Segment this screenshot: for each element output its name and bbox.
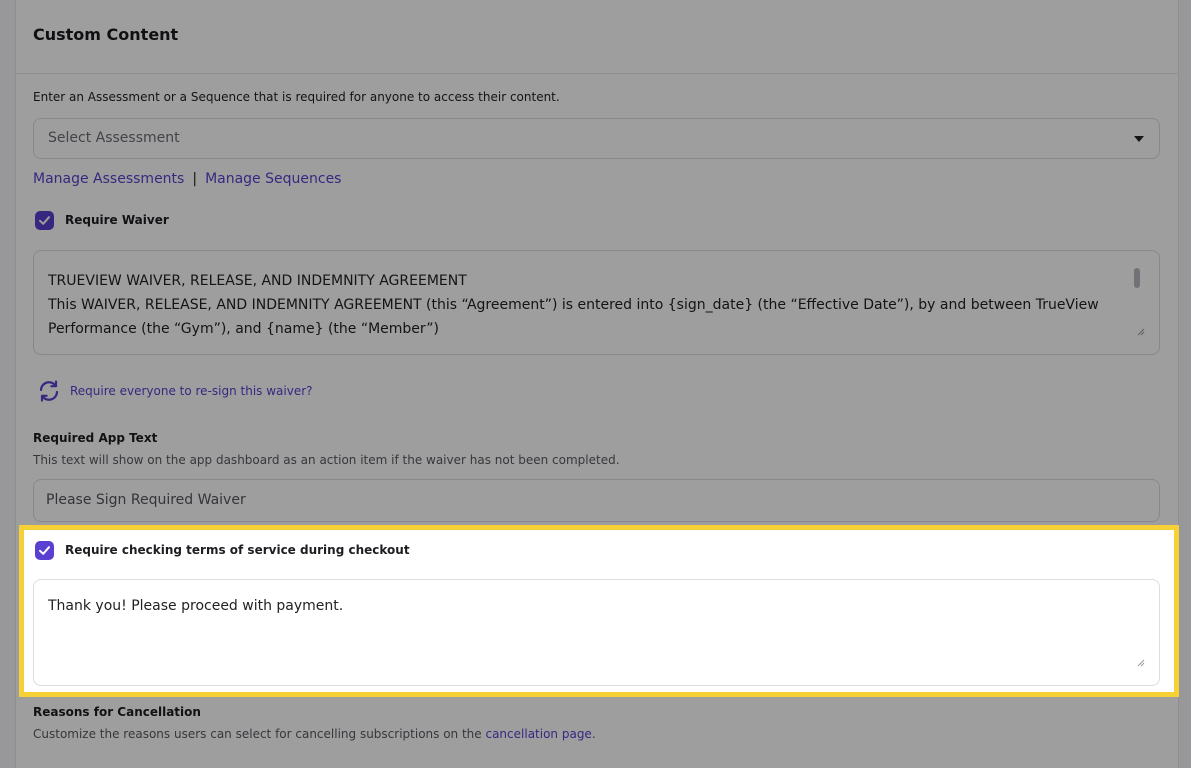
- waiver-line-1: TRUEVIEW WAIVER, RELEASE, AND INDEMNITY …: [48, 273, 467, 289]
- assessment-description: Enter an Assessment or a Sequence that i…: [33, 90, 560, 104]
- cancellation-help: Customize the reasons users can select f…: [33, 727, 596, 741]
- manage-links: Manage Assessments | Manage Sequences: [33, 171, 341, 187]
- required-app-text-title: Required App Text: [33, 431, 158, 445]
- checkmark-icon: [39, 546, 50, 555]
- waiver-textarea[interactable]: TRUEVIEW WAIVER, RELEASE, AND INDEMNITY …: [33, 250, 1160, 355]
- cancellation-help-prefix: Customize the reasons users can select f…: [33, 727, 486, 741]
- waiver-scrollbar[interactable]: [1131, 266, 1143, 336]
- refresh-icon: [39, 380, 59, 402]
- resign-waiver-label: Require everyone to re-sign this waiver?: [70, 384, 313, 398]
- waiver-scroll-thumb[interactable]: [1134, 268, 1140, 288]
- require-waiver-label: Require Waiver: [65, 213, 169, 227]
- dim-overlay-right: [1179, 525, 1191, 697]
- require-waiver-checkbox[interactable]: [35, 211, 54, 230]
- resign-waiver-action[interactable]: Require everyone to re-sign this waiver?: [37, 379, 313, 403]
- panel-title: Custom Content: [33, 25, 179, 44]
- require-tos-checkbox[interactable]: [35, 541, 54, 560]
- cancellation-page-link[interactable]: cancellation page: [485, 727, 591, 741]
- panel-header: Custom Content: [16, 0, 1178, 74]
- required-app-text-help: This text will show on the app dashboard…: [33, 453, 620, 467]
- require-tos-label: Require checking terms of service during…: [65, 543, 410, 557]
- resize-grip-icon[interactable]: [1137, 659, 1145, 667]
- checkmark-icon: [39, 216, 50, 225]
- required-app-text-value: Please Sign Required Waiver: [46, 492, 246, 508]
- waiver-line-2: This WAIVER, RELEASE, AND INDEMNITY AGRE…: [48, 297, 1099, 337]
- assessment-select-placeholder: Select Assessment: [48, 130, 180, 146]
- resize-grip-icon[interactable]: [1137, 328, 1145, 336]
- manage-sequences-link[interactable]: Manage Sequences: [205, 171, 341, 187]
- caret-down-icon: [1134, 136, 1144, 142]
- cancellation-help-suffix: .: [591, 727, 596, 741]
- required-app-text-input[interactable]: Please Sign Required Waiver: [33, 479, 1160, 522]
- tos-text: Thank you! Please proceed with payment.: [48, 598, 344, 614]
- manage-assessments-link[interactable]: Manage Assessments: [33, 171, 184, 187]
- tos-textarea[interactable]: Thank you! Please proceed with payment.: [33, 579, 1160, 686]
- waiver-text: TRUEVIEW WAIVER, RELEASE, AND INDEMNITY …: [48, 269, 1118, 341]
- link-separator: |: [192, 171, 198, 187]
- cancellation-title: Reasons for Cancellation: [33, 705, 201, 719]
- custom-content-panel: Custom Content Enter an Assessment or a …: [15, 0, 1179, 768]
- assessment-select[interactable]: Select Assessment: [33, 118, 1160, 159]
